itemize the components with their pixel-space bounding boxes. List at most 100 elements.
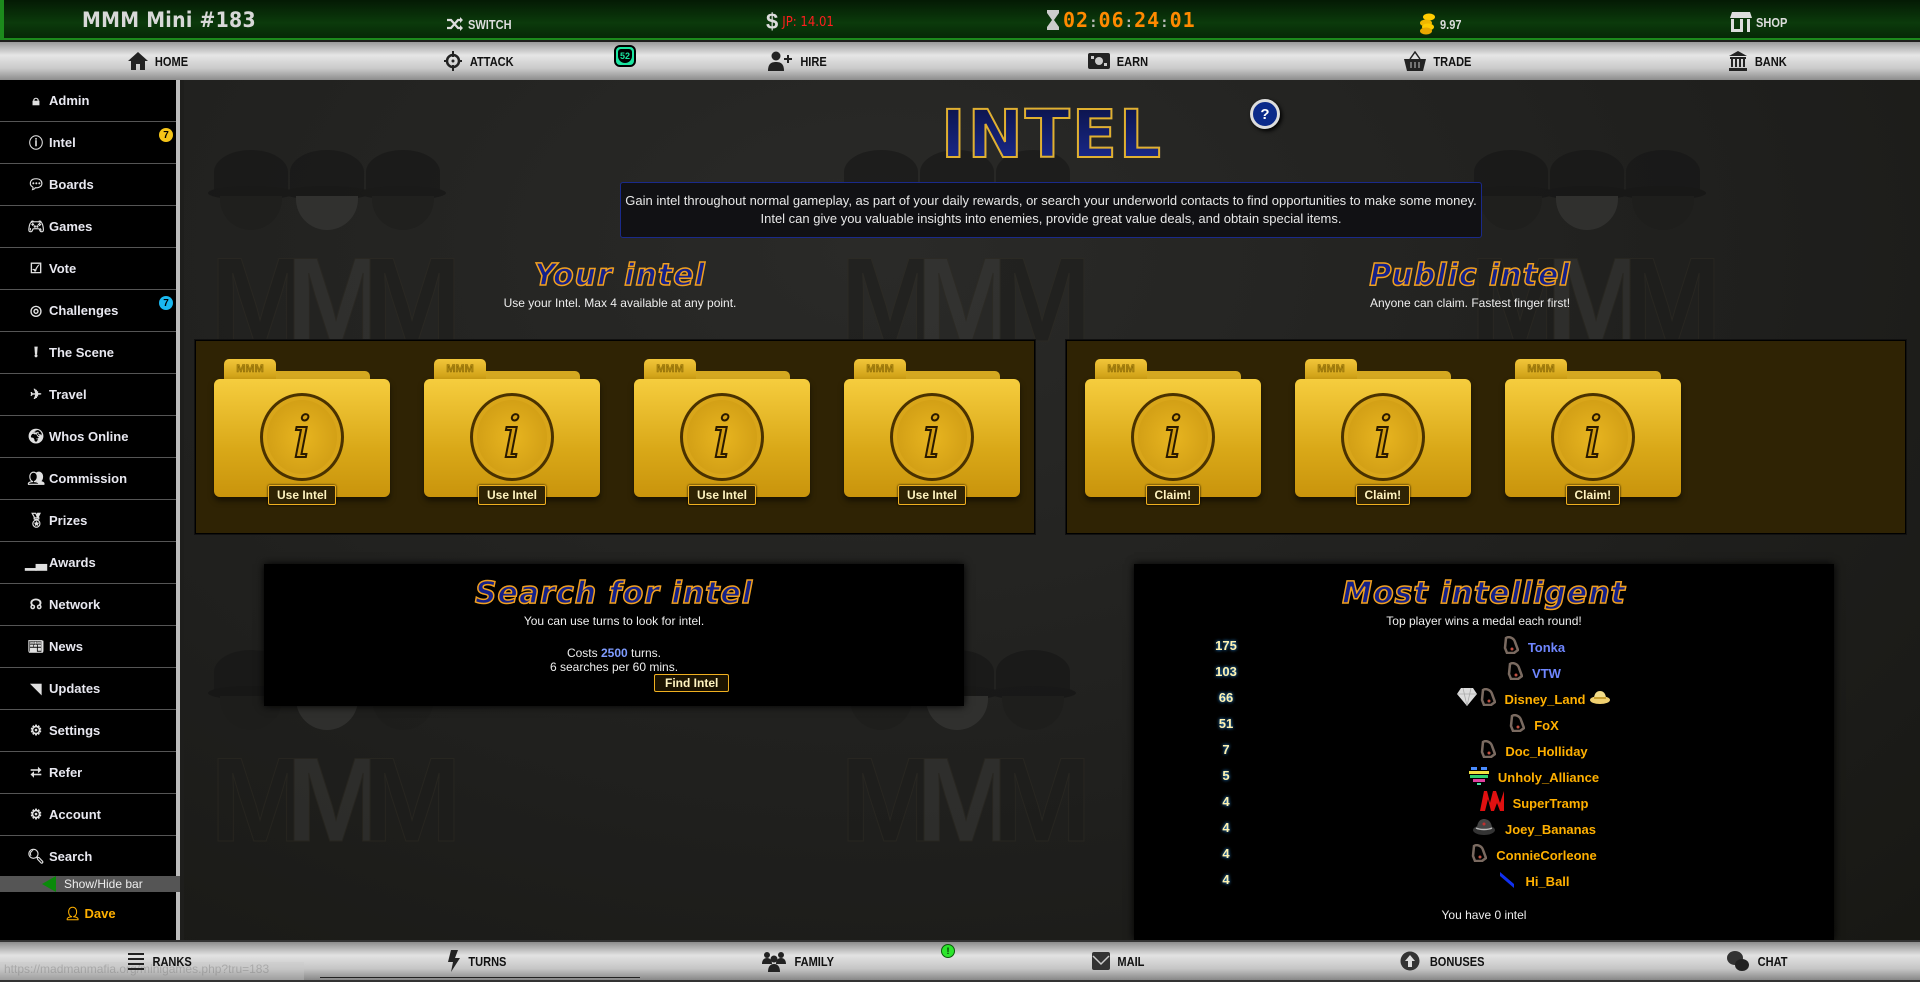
use-intel-button[interactable]: Use Intel — [478, 485, 547, 505]
player-name-link[interactable]: Joey_Bananas — [1505, 822, 1596, 837]
find-intel-button[interactable]: Find Intel — [654, 674, 730, 692]
player-name-link[interactable]: Hi_Ball — [1525, 874, 1569, 889]
triangle-left-icon — [42, 876, 56, 892]
current-user[interactable]: 👤︎ Dave — [0, 906, 180, 922]
leaderboard-row: 5 Unholy_Alliance — [1134, 764, 1834, 790]
use-intel-button[interactable]: Use Intel — [268, 485, 337, 505]
sidebar-item-label: Refer — [49, 765, 83, 780]
claim-button[interactable]: Claim! — [1355, 485, 1411, 505]
sidebar: 🔒︎ Admin ⓘ Intel 7 💬︎ Boards 🎮︎ Games ☑ Vote ◎ Chall… — [0, 80, 180, 940]
sidebar-item-commission[interactable]: 👥︎ Commission — [0, 458, 176, 500]
sidebar-item-vote[interactable]: ☑ Vote — [0, 248, 176, 290]
info-icon: ⓘ — [29, 134, 43, 151]
nav-family[interactable]: FAMILY — [762, 942, 837, 980]
player-name-link[interactable]: Doc_Holliday — [1505, 744, 1587, 759]
sidebar-item-settings[interactable]: ⚙︎ Settings — [0, 710, 176, 752]
plane-icon: ✈︎ — [30, 386, 42, 402]
sidebar-item-label: Challenges — [49, 303, 119, 318]
show-hide-bar-toggle[interactable]: Show/Hide bar — [0, 876, 180, 892]
nav-attack[interactable]: ATTACK — [444, 42, 518, 80]
switch-button[interactable]: SWITCH — [446, 4, 519, 44]
player-name-link[interactable]: VTW — [1532, 666, 1561, 681]
leaderboard-score: 103 — [1215, 664, 1237, 679]
sidebar-item-label: Search — [49, 849, 93, 864]
target-icon: ◎ — [29, 302, 43, 318]
leaderboard-row: 51 FoX — [1134, 712, 1834, 738]
sidebar-item-label: News — [49, 639, 83, 654]
home-icon — [128, 52, 148, 70]
sidebar-item-label: Prizes — [49, 513, 88, 528]
nav-ranks[interactable]: RANKS — [128, 942, 195, 980]
search-cost: Costs 2500 turns. — [566, 646, 662, 660]
nav-bank[interactable]: BANK — [1728, 42, 1790, 80]
sidebar-item-label: Travel — [49, 387, 87, 402]
claim-button[interactable]: Claim! — [1565, 485, 1621, 505]
sidebar-item-awards[interactable]: ▁▃ Awards — [0, 542, 176, 584]
sidebar-item-intel[interactable]: ⓘ Intel 7 — [0, 122, 176, 164]
hourglass-icon — [1047, 10, 1059, 30]
player-name-link[interactable]: Unholy_Alliance — [1498, 770, 1599, 785]
sidebar-item-label: Awards — [49, 555, 96, 570]
network-icon: ☊ — [29, 596, 43, 612]
user-gear-icon: ⚙︎ — [29, 806, 43, 822]
nav-earn[interactable]: EARN — [1088, 42, 1151, 80]
sidebar-item-label: Admin — [49, 93, 90, 108]
sidebar-item-news[interactable]: 📰︎ News — [0, 626, 176, 668]
nav-home[interactable]: HOME — [128, 42, 191, 80]
coins-icon — [1420, 13, 1435, 35]
sidebar-item-refer[interactable]: ⮂ Refer — [0, 752, 176, 794]
sidebar-item-boards[interactable]: 💬︎ Boards — [0, 164, 176, 206]
users-icon: 👥︎ — [27, 470, 45, 486]
claim-button[interactable]: Claim! — [1145, 485, 1201, 505]
your-intel-folders: MMM i Use Intel MMM i Use Intel MMM i Use Intel M… — [195, 340, 1035, 534]
folder-tab-label: MMM — [1305, 359, 1357, 381]
jackpot[interactable]: $ JP: 14.01 — [766, 2, 834, 42]
help-button[interactable]: ? — [1250, 99, 1280, 129]
use-intel-button[interactable]: Use Intel — [688, 485, 757, 505]
sidebar-menu: 🔒︎ Admin ⓘ Intel 7 💬︎ Boards 🎮︎ Games ☑ Vote ◎ Chall… — [0, 80, 176, 878]
use-intel-button[interactable]: Use Intel — [898, 485, 967, 505]
nav-hire[interactable]: HIRE — [768, 42, 829, 80]
coin-balance[interactable]: 9.97 — [1418, 4, 1465, 44]
pixel-heart-icon — [1468, 765, 1489, 790]
info-icon: i — [890, 393, 974, 481]
leaderboard-subtitle: Top player wins a medal each round! — [1386, 614, 1582, 628]
leaderboard-row: 4 Joey_Bananas — [1134, 816, 1834, 842]
sidebar-item-network[interactable]: ☊ Network — [0, 584, 176, 626]
sidebar-item-account[interactable]: ⚙︎ Account — [0, 794, 176, 836]
player-name-link[interactable]: ConnieCorleone — [1496, 848, 1596, 863]
knuckles-icon — [1471, 843, 1488, 867]
main-nav-bar: HOME ATTACK 52 HIRE EARN TRADE BANK — [0, 42, 1920, 80]
folder-tab-label: MMM — [854, 359, 906, 381]
nav-chat[interactable]: CHAT — [1726, 942, 1790, 980]
game-title: MMM Mini #183 — [82, 8, 256, 32]
arrow-up-circle-icon — [1400, 951, 1420, 971]
player-name-link[interactable]: Disney_Land — [1505, 692, 1586, 707]
nav-mail[interactable]: MAIL — [1092, 942, 1147, 980]
sidebar-item-games[interactable]: 🎮︎ Games — [0, 206, 176, 248]
info-icon: i — [470, 393, 554, 481]
gamepad-icon: 🎮︎ — [27, 218, 45, 234]
fedora-icon — [1589, 690, 1611, 709]
leaderboard-score: 4 — [1222, 794, 1230, 809]
player-name-link[interactable]: SuperTramp — [1513, 796, 1589, 811]
sidebar-item-travel[interactable]: ✈︎ Travel — [0, 374, 176, 416]
sidebar-item-updates[interactable]: ◥ Updates — [0, 668, 176, 710]
nav-trade[interactable]: TRADE — [1404, 42, 1475, 80]
sidebar-item-label: Updates — [49, 681, 101, 696]
shop-button[interactable]: SHOP — [1730, 2, 1793, 42]
sidebar-item-search[interactable]: 🔍︎ Search — [0, 836, 176, 878]
sidebar-item-label: Boards — [49, 177, 94, 192]
player-name-link[interactable]: FoX — [1534, 718, 1559, 733]
player-name-link[interactable]: Tonka — [1528, 640, 1565, 655]
sidebar-item-challenges[interactable]: ◎ Challenges 7 — [0, 290, 176, 332]
public-intel-subtitle: Anyone can claim. Fastest finger first! — [1369, 296, 1571, 310]
sidebar-item-whos-online[interactable]: 🌍︎ Whos Online — [0, 416, 176, 458]
nav-turns[interactable]: TURNS — [448, 942, 510, 980]
leaderboard-row: 4 ConnieCorleone — [1134, 842, 1834, 868]
sidebar-item-prizes[interactable]: 🏅︎ Prizes — [0, 500, 176, 542]
sidebar-item-admin[interactable]: 🔒︎ Admin — [0, 80, 176, 122]
sidebar-item-the-scene[interactable]: ❗︎ The Scene — [0, 332, 176, 374]
leaderboard-row: 7 Doc_Holliday — [1134, 738, 1834, 764]
nav-bonuses[interactable]: BONUSES — [1400, 942, 1489, 980]
